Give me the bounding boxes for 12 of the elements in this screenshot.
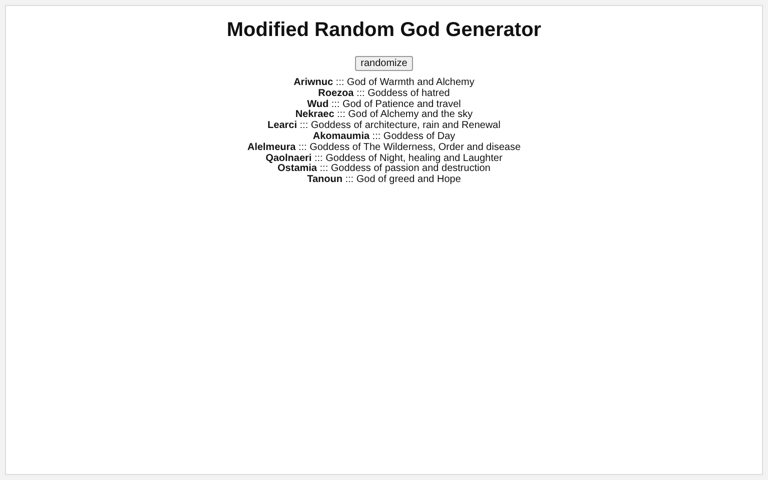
god-entry: Ostamia ::: Goddess of passion and destruction (278, 164, 490, 174)
god-entry: Learci ::: Goddess of architecture, rain and Renewal (268, 121, 500, 132)
god-entry: Wud ::: God of Patience and travel (307, 100, 461, 110)
god-entry: Qaolnaeri ::: Goddess of Night, healing and Laughter (266, 154, 502, 164)
god-entry: Ariwnuc ::: God of Warmth and Alchemy (294, 78, 474, 88)
page-title: Modified Random God Generator (226, 18, 542, 42)
randomize-button[interactable]: randomize (354, 56, 414, 71)
god-entry: Akomaumia ::: Goddess of Day (312, 132, 456, 142)
god-entry: Roezoa ::: Goddess of hatred (318, 88, 450, 100)
god-entry: Tanoun ::: God of greed and Hope (307, 175, 461, 186)
god-entry: Alelmeura ::: Goddess of The Wilderness, Order and disease (247, 142, 521, 154)
god-entry: Nekraec ::: God of Alchemy and the sky (295, 110, 473, 121)
